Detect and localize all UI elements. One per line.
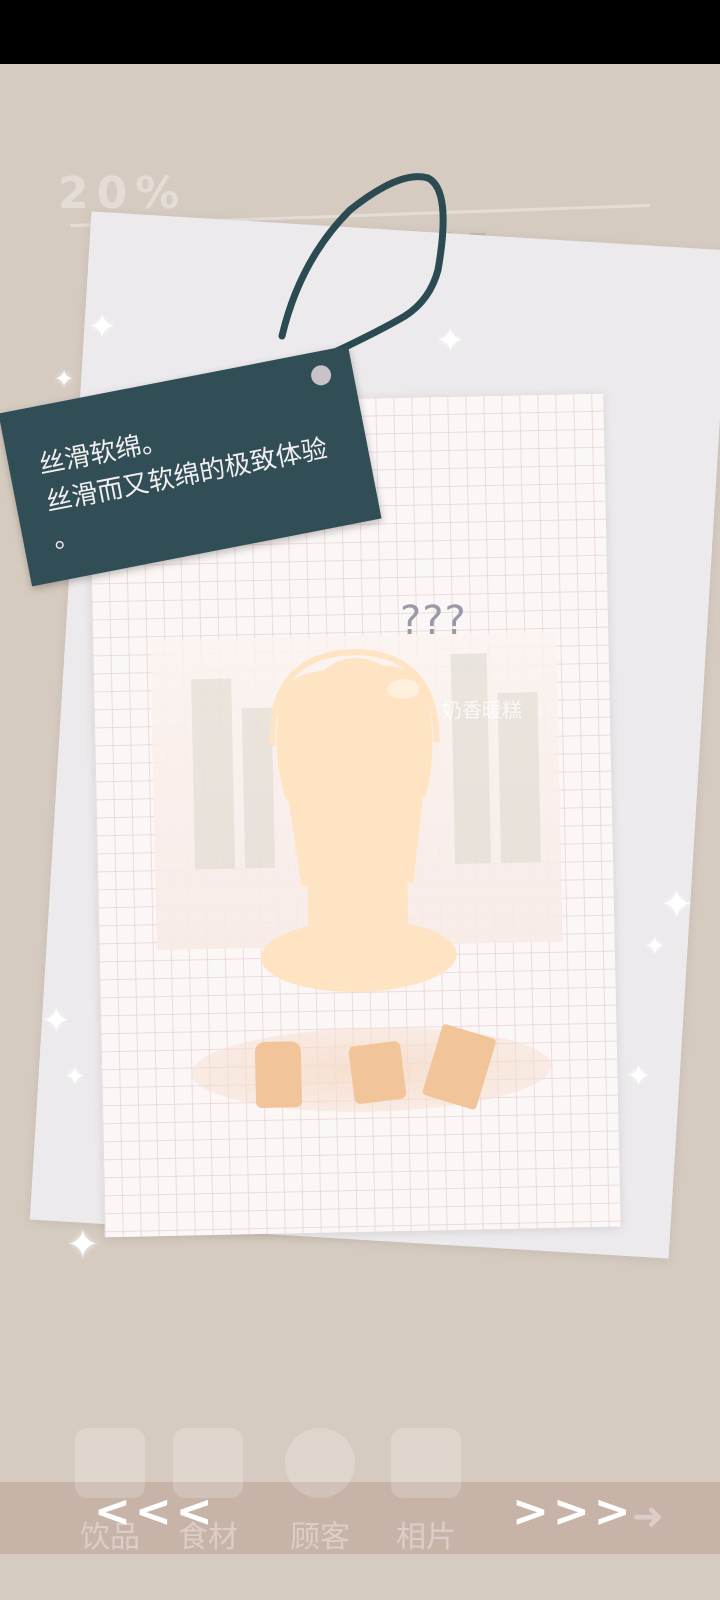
prev-page-button[interactable]: <<< [94, 1486, 217, 1537]
customer-icon [285, 1428, 355, 1498]
next-page-button[interactable]: >>> [512, 1486, 635, 1537]
status-bar [0, 0, 720, 64]
nav-item-photos: 相片 [376, 1428, 476, 1568]
sparkle-icon: ✦ [66, 1222, 100, 1268]
sparkle-icon: ✦ [660, 882, 694, 928]
drink-silhouette [260, 648, 457, 992]
sparkle-icon: ✦ [64, 1062, 86, 1092]
sparkle-icon: ✦ [644, 932, 666, 962]
milk-bottle-icon [254, 1041, 303, 1109]
sparkle-icon: ✦ [54, 365, 75, 393]
skyline-building [191, 678, 236, 870]
photo-icon [391, 1428, 461, 1498]
drink-name-faded: 奶香暖糕 [442, 698, 522, 722]
background-percent: 20% [58, 168, 188, 219]
unknown-drink-marks: ??? [400, 598, 467, 644]
sparkle-icon: ✦ [436, 321, 465, 361]
nav-item-customers: 顾客 [270, 1428, 370, 1568]
nav-label-photos: 相片 [396, 1520, 456, 1555]
bread-icon [347, 1040, 407, 1105]
tag-hole [309, 363, 333, 388]
ghost-arrow-icon: ➜ [632, 1494, 664, 1538]
sparkle-icon: ✦ [88, 307, 117, 347]
sparkle-icon: ✦ [626, 1059, 652, 1094]
sparkle-icon: ✦ [42, 1001, 71, 1041]
nav-label-customers: 顾客 [290, 1520, 350, 1555]
